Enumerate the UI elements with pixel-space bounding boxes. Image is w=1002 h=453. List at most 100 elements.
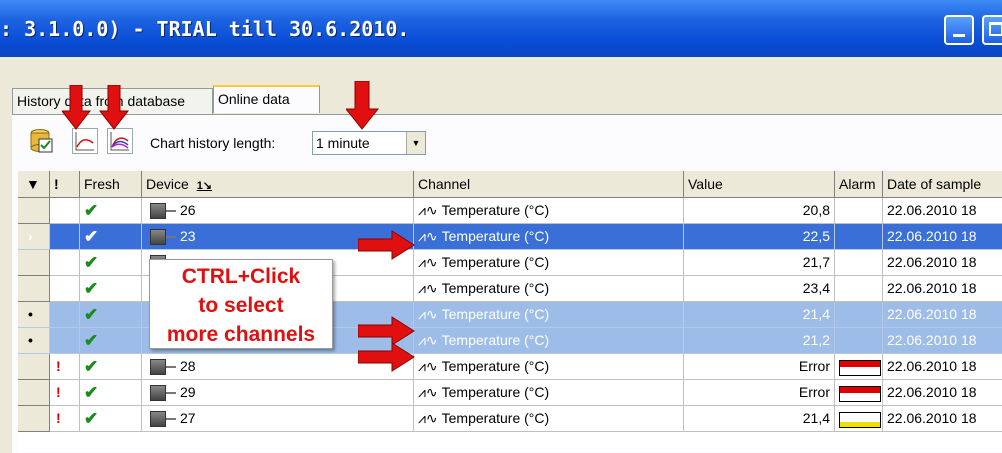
- channel-cell: ⩘∿ Temperature (°C): [414, 250, 684, 276]
- waveform-icon: ⩘∿: [418, 229, 438, 245]
- chart-history-label: Chart history length:: [150, 135, 276, 151]
- annotation-arrow-down-icon: [62, 85, 130, 130]
- value-cell: Error: [684, 354, 835, 380]
- alarm-indicator-icon: [839, 412, 881, 428]
- alert-cell: [50, 276, 80, 302]
- value-cell: 23,4: [684, 276, 835, 302]
- row-selector[interactable]: ›: [18, 224, 50, 250]
- value-cell: 21,4: [684, 406, 835, 432]
- chart-history-select[interactable]: 1 minute ▼: [312, 131, 426, 155]
- alert-cell: [50, 302, 80, 328]
- column-header-device[interactable]: Device 1↘: [142, 171, 414, 198]
- alert-cell: !: [50, 380, 80, 406]
- waveform-icon: ⩘∿: [418, 411, 438, 427]
- alarm-indicator-icon: [839, 360, 881, 376]
- maximize-button[interactable]: [982, 15, 1002, 45]
- alarm-cell: [835, 406, 883, 432]
- device-header-label: Device: [146, 176, 189, 192]
- channel-name: Temperature (°C): [441, 358, 550, 374]
- date-cell: 22.06.2010 18: [883, 328, 1002, 354]
- value-cell: 21,7: [684, 250, 835, 276]
- title-bar: : 3.1.0.0) - TRIAL till 30.6.2010.: [0, 0, 1002, 57]
- sensor-device-icon: [150, 359, 166, 376]
- channel-name: Temperature (°C): [441, 384, 550, 400]
- waveform-icon: ⩘∿: [418, 203, 438, 219]
- chevron-down-icon[interactable]: ▼: [406, 132, 425, 154]
- fresh-cell: ✔: [80, 250, 142, 276]
- minimize-icon: [953, 34, 965, 37]
- alarm-cell: [835, 302, 883, 328]
- window-title: : 3.1.0.0) - TRIAL till 30.6.2010.: [0, 17, 410, 41]
- row-selector[interactable]: [18, 380, 50, 406]
- table-row[interactable]: ! ✔ 27 ⩘∿ Temperature (°C) 21,4 22.06.2010 18: [18, 406, 1002, 432]
- sensor-device-icon: [150, 203, 166, 220]
- row-selector[interactable]: •: [18, 328, 50, 354]
- date-cell: 22.06.2010 18: [883, 302, 1002, 328]
- minimize-button[interactable]: [944, 15, 974, 45]
- alarm-cell: [835, 276, 883, 302]
- device-id: 28: [180, 358, 196, 374]
- device-cell: 27: [142, 406, 414, 432]
- tab-online-data[interactable]: Online data: [213, 85, 320, 113]
- date-cell: 22.06.2010 18: [883, 380, 1002, 406]
- column-header-alarm[interactable]: Alarm: [835, 171, 883, 198]
- table-row[interactable]: › ✔ 23 ⩘∿ Temperature (°C) 22,5 22.06.2010 18: [18, 224, 1002, 250]
- fresh-cell: ✔: [80, 198, 142, 224]
- channel-cell: ⩘∿ Temperature (°C): [414, 380, 684, 406]
- alarm-cell: [835, 380, 883, 406]
- column-header-channel[interactable]: Channel: [414, 171, 684, 198]
- channel-cell: ⩘∿ Temperature (°C): [414, 198, 684, 224]
- sensor-cable-icon: [166, 236, 176, 239]
- column-header-selector[interactable]: ▼: [18, 171, 50, 198]
- date-cell: 22.06.2010 18: [883, 406, 1002, 432]
- row-selector[interactable]: [18, 354, 50, 380]
- alarm-cell: [835, 198, 883, 224]
- channel-cell: ⩘∿ Temperature (°C): [414, 302, 684, 328]
- channel-name: Temperature (°C): [441, 254, 550, 270]
- callout-line-3: more channels: [166, 323, 316, 346]
- waveform-icon: ⩘∿: [418, 359, 438, 375]
- alert-cell: [50, 250, 80, 276]
- column-header-fresh[interactable]: Fresh: [80, 171, 142, 198]
- sensor-cable-icon: [166, 418, 176, 421]
- channel-name: Temperature (°C): [441, 410, 550, 426]
- table-row[interactable]: ! ✔ 28 ⩘∿ Temperature (°C) Error 22.06.2010 18: [18, 354, 1002, 380]
- value-cell: 20,8: [684, 198, 835, 224]
- device-id: 27: [180, 410, 196, 426]
- table-row[interactable]: ! ✔ 29 ⩘∿ Temperature (°C) Error 22.06.2010 18: [18, 380, 1002, 406]
- fresh-cell: ✔: [80, 302, 142, 328]
- channel-name: Temperature (°C): [441, 228, 550, 244]
- row-selector[interactable]: [18, 198, 50, 224]
- date-cell: 22.06.2010 18: [883, 276, 1002, 302]
- channel-name: Temperature (°C): [441, 202, 550, 218]
- channel-name: Temperature (°C): [441, 306, 550, 322]
- alarm-cell: [835, 250, 883, 276]
- column-header-value[interactable]: Value: [684, 171, 835, 198]
- maximize-icon: [989, 22, 1002, 36]
- fresh-cell: ✔: [80, 406, 142, 432]
- row-selector[interactable]: [18, 406, 50, 432]
- callout-line-2: to select: [198, 294, 284, 317]
- alarm-cell: [835, 354, 883, 380]
- channel-cell: ⩘∿ Temperature (°C): [414, 354, 684, 380]
- sensor-cable-icon: [166, 366, 176, 369]
- row-selector[interactable]: [18, 276, 50, 302]
- date-cell: 22.06.2010 18: [883, 250, 1002, 276]
- channel-cell: ⩘∿ Temperature (°C): [414, 224, 684, 250]
- value-cell: 21,2: [684, 328, 835, 354]
- table-row[interactable]: ✔ 26 ⩘∿ Temperature (°C) 20,8 22.06.2010 18: [18, 198, 1002, 224]
- alert-cell: [50, 328, 80, 354]
- channel-cell: ⩘∿ Temperature (°C): [414, 328, 684, 354]
- annotation-arrow-right-icon: [358, 230, 415, 260]
- column-header-date[interactable]: Date of sample: [883, 171, 1002, 198]
- sensor-device-icon: [150, 229, 166, 246]
- fresh-cell: ✔: [80, 328, 142, 354]
- tab-online-label: Online data: [218, 91, 290, 107]
- waveform-icon: ⩘∿: [418, 333, 438, 349]
- chart-history-value: 1 minute: [316, 135, 370, 151]
- row-selector[interactable]: [18, 250, 50, 276]
- column-header-alert[interactable]: !: [50, 171, 80, 198]
- alarm-cell: [835, 328, 883, 354]
- row-selector[interactable]: •: [18, 302, 50, 328]
- database-check-icon[interactable]: [28, 128, 54, 154]
